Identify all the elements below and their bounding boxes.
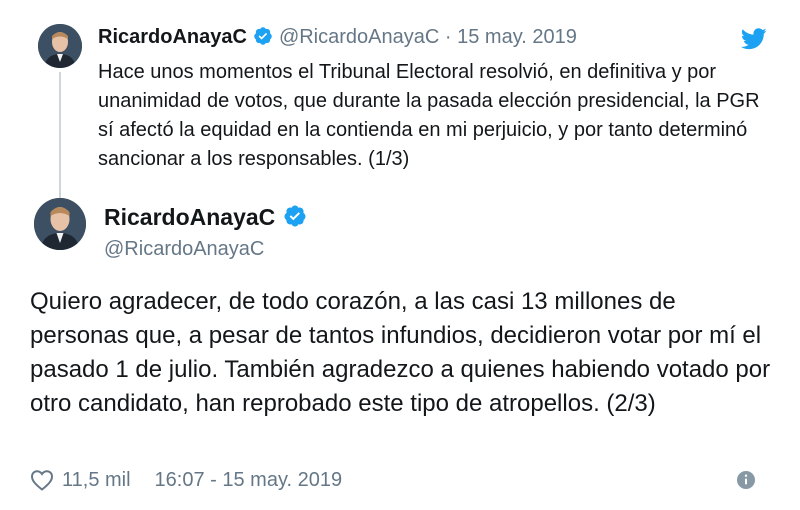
tweet-timestamp[interactable]: 16:07 - 15 may. 2019 — [155, 469, 343, 492]
main-author-handle[interactable]: @RicardoAnayaC — [104, 238, 264, 261]
tweet-footer: 11,5 mil 16:07 - 15 may. 2019 — [30, 466, 770, 494]
verified-badge-icon — [253, 26, 273, 46]
quoted-tweet-date[interactable]: 15 may. 2019 — [457, 26, 577, 48]
separator-dot: · — [444, 26, 452, 48]
quoted-tweet-text: Hace unos momentos el Tribunal Electoral… — [98, 61, 760, 170]
verified-badge-icon — [283, 204, 307, 228]
info-icon[interactable] — [736, 470, 756, 490]
twitter-bird-icon[interactable] — [740, 28, 767, 50]
heart-icon[interactable] — [30, 469, 54, 491]
main-tweet-text: Quiero agradecer, de todo corazón, a las… — [30, 288, 771, 417]
thread-connector-line — [59, 72, 61, 200]
like-count[interactable]: 11,5 mil — [62, 469, 131, 492]
main-author-name-row: RicardoAnayaC — [104, 204, 307, 231]
quoted-author-handle[interactable]: @RicardoAnayaC — [279, 26, 439, 48]
main-tweet-avatar[interactable] — [34, 198, 86, 250]
quoted-tweet-avatar[interactable] — [38, 24, 82, 68]
quoted-author-name[interactable]: RicardoAnayaC — [98, 26, 247, 48]
main-author-name[interactable]: RicardoAnayaC — [104, 204, 275, 230]
quoted-tweet-header: RicardoAnayaC @RicardoAnayaC · 15 may. 20… — [98, 26, 577, 49]
